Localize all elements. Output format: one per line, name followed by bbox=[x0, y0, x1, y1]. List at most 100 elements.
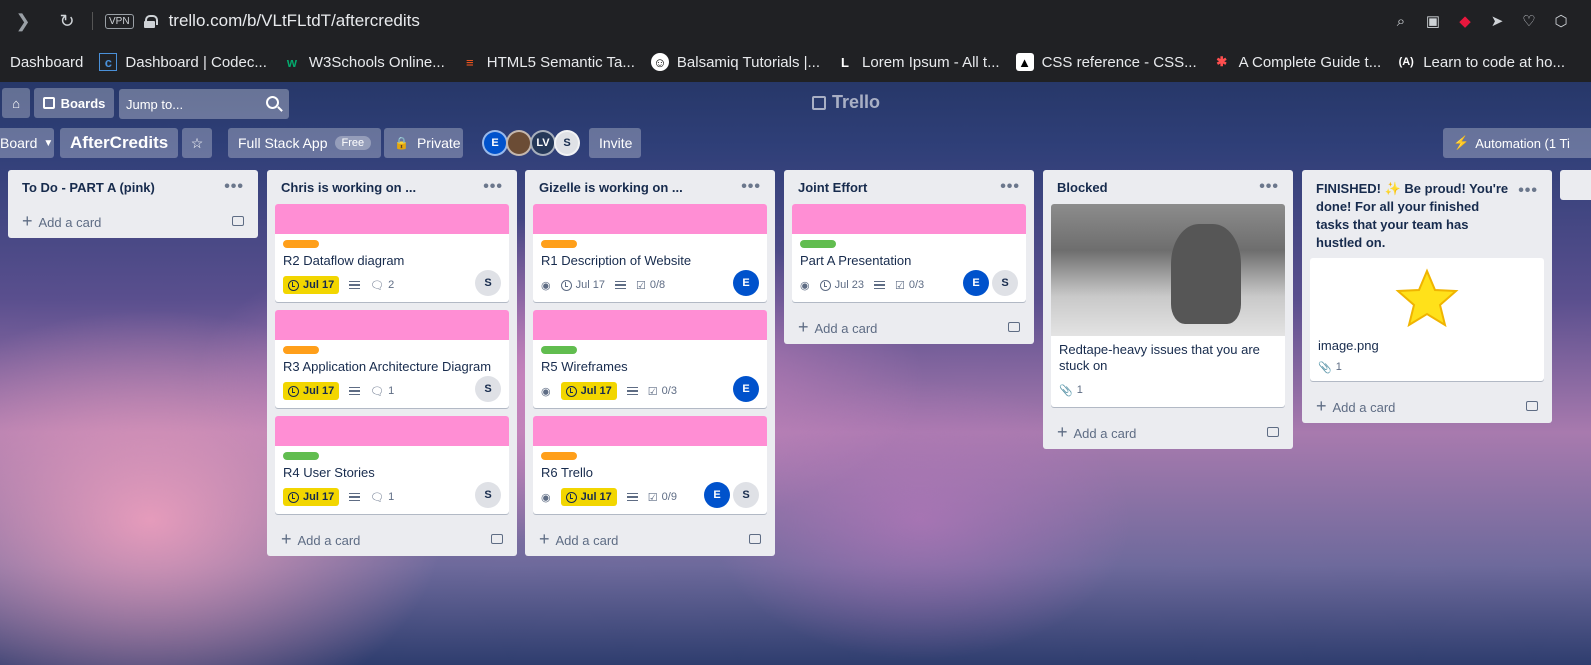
camera-icon[interactable]: ▣ bbox=[1423, 12, 1443, 30]
toolbar-divider bbox=[92, 12, 93, 30]
due-badge[interactable]: Jul 17 bbox=[283, 276, 340, 294]
due-badge[interactable]: Jul 17 bbox=[283, 382, 340, 400]
card-label[interactable] bbox=[283, 452, 319, 460]
card-label[interactable] bbox=[283, 346, 319, 354]
list-title[interactable]: FINISHED! ✨ Be proud! You're done! For a… bbox=[1316, 180, 1516, 252]
board-view-button[interactable]: Board ▼ bbox=[0, 128, 54, 158]
avatar[interactable]: E bbox=[482, 130, 508, 156]
card[interactable]: Redtape-heavy issues that you are stuck … bbox=[1051, 204, 1285, 407]
automation-button[interactable]: ⚡ Automation (1 Ti bbox=[1443, 128, 1591, 158]
attachment-count: 1 bbox=[1076, 384, 1083, 396]
card[interactable]: Part A Presentation ◉ Jul 23 ☑ 0/3 ES bbox=[792, 204, 1026, 302]
list-menu-icon[interactable]: ••• bbox=[1518, 183, 1538, 199]
avatar[interactable]: LV bbox=[530, 130, 556, 156]
invite-button[interactable]: Invite bbox=[589, 128, 641, 158]
list-title[interactable]: Chris is working on ... bbox=[281, 180, 416, 195]
card[interactable]: R1 Description of Website ◉ Jul 17 ☑ 0/8 E bbox=[533, 204, 767, 302]
member-avatar[interactable]: E bbox=[733, 270, 759, 296]
card[interactable]: R3 Application Architecture Diagram Jul … bbox=[275, 310, 509, 408]
card-label[interactable] bbox=[541, 452, 577, 460]
search-input[interactable]: Jump to... bbox=[119, 89, 289, 119]
bookmark-item[interactable]: c Dashboard | Codec... bbox=[99, 53, 267, 71]
due-badge[interactable]: Jul 17 bbox=[560, 488, 617, 506]
member-avatar[interactable]: S bbox=[992, 270, 1018, 296]
due-badge[interactable]: Jul 17 bbox=[283, 488, 340, 506]
template-icon[interactable] bbox=[491, 534, 503, 544]
avatar[interactable] bbox=[506, 130, 532, 156]
card[interactable]: image.png 📎 1 bbox=[1310, 258, 1544, 381]
bookmark-item[interactable]: ▲ CSS reference - CSS... bbox=[1015, 53, 1197, 71]
card-label[interactable] bbox=[283, 240, 319, 248]
bookmark-item[interactable]: Dashboard bbox=[10, 54, 83, 71]
due-badge[interactable]: Jul 23 bbox=[819, 279, 864, 291]
add-list-button[interactable] bbox=[1560, 170, 1591, 200]
bookmark-item[interactable]: L Lorem Ipsum - All t... bbox=[836, 53, 1000, 71]
list-menu-icon[interactable]: ••• bbox=[1259, 179, 1279, 195]
list-menu-icon[interactable]: ••• bbox=[1000, 179, 1020, 195]
bookmark-item[interactable]: w W3Schools Online... bbox=[283, 53, 445, 71]
lorem-icon: L bbox=[841, 54, 849, 70]
template-icon[interactable] bbox=[1008, 322, 1020, 332]
vpn-badge[interactable]: VPN bbox=[105, 13, 134, 29]
member-avatar[interactable]: S bbox=[733, 482, 759, 508]
member-avatar[interactable]: E bbox=[733, 376, 759, 402]
forward-icon[interactable]: ❯ bbox=[10, 11, 36, 32]
add-card-button[interactable]: + Add a card bbox=[792, 310, 1026, 344]
home-button[interactable]: ⌂ bbox=[2, 88, 30, 118]
trello-logo[interactable]: Trello bbox=[812, 92, 880, 113]
card[interactable]: R6 Trello ◉ Jul 17 ☑ 0/9 ES bbox=[533, 416, 767, 514]
list-title[interactable]: To Do - PART A (pink) bbox=[22, 180, 155, 195]
bookmark-item[interactable]: ≡ HTML5 Semantic Ta... bbox=[461, 53, 635, 71]
visibility-button[interactable]: 🔒 Private bbox=[384, 128, 463, 158]
star-button[interactable]: ☆ bbox=[182, 128, 212, 158]
attachment-badge: 📎 1 bbox=[1318, 361, 1342, 374]
boards-button[interactable]: Boards bbox=[34, 88, 114, 118]
due-badge[interactable]: Jul 17 bbox=[560, 279, 605, 291]
list-title[interactable]: Gizelle is working on ... bbox=[539, 180, 683, 195]
template-icon[interactable] bbox=[749, 534, 761, 544]
workspace-button[interactable]: Full Stack App Free bbox=[228, 128, 382, 158]
add-card-button[interactable]: + Add a card bbox=[275, 522, 509, 556]
cube-icon[interactable]: ⬡ bbox=[1551, 12, 1571, 30]
add-card-button[interactable]: + Add a card bbox=[533, 522, 767, 556]
description-icon bbox=[626, 387, 638, 395]
template-icon[interactable] bbox=[1526, 401, 1538, 411]
card[interactable]: R5 Wireframes ◉ Jul 17 ☑ 0/3 E bbox=[533, 310, 767, 408]
list-menu-icon[interactable]: ••• bbox=[224, 179, 244, 195]
bookmark-item[interactable]: (A) Learn to code at ho... bbox=[1397, 53, 1565, 71]
bookmark-item[interactable]: ☺ Balsamiq Tutorials |... bbox=[650, 53, 820, 71]
list-menu-icon[interactable]: ••• bbox=[741, 179, 761, 195]
member-avatar[interactable]: S bbox=[475, 482, 501, 508]
reload-icon[interactable]: ↻ bbox=[54, 11, 80, 32]
heart-icon[interactable]: ♡ bbox=[1519, 12, 1539, 30]
board-title[interactable]: AfterCredits bbox=[60, 128, 178, 158]
template-icon[interactable] bbox=[232, 216, 244, 226]
avatar[interactable]: S bbox=[554, 130, 580, 156]
list-menu-icon[interactable]: ••• bbox=[483, 179, 503, 195]
list-title[interactable]: Blocked bbox=[1057, 180, 1108, 195]
add-card-button[interactable]: + Add a card bbox=[1310, 389, 1544, 423]
card[interactable]: R4 User Stories Jul 17 🗨 1 S bbox=[275, 416, 509, 514]
member-avatar[interactable]: E bbox=[963, 270, 989, 296]
card-cover bbox=[275, 310, 509, 340]
add-card-button[interactable]: + Add a card bbox=[16, 204, 250, 238]
due-badge[interactable]: Jul 17 bbox=[560, 382, 617, 400]
member-avatar[interactable]: S bbox=[475, 376, 501, 402]
add-card-button[interactable]: + Add a card bbox=[1051, 415, 1285, 449]
send-icon[interactable]: ➤ bbox=[1487, 12, 1507, 30]
address-bar[interactable]: trello.com/b/VLtFLtdT/aftercredits bbox=[169, 11, 420, 31]
lock-icon[interactable] bbox=[143, 14, 158, 28]
card-label[interactable] bbox=[541, 346, 577, 354]
member-avatar[interactable]: E bbox=[704, 482, 730, 508]
card[interactable]: R2 Dataflow diagram Jul 17 🗨 2 S bbox=[275, 204, 509, 302]
list-title[interactable]: Joint Effort bbox=[798, 180, 867, 195]
member-avatar[interactable]: S bbox=[475, 270, 501, 296]
description-icon bbox=[626, 493, 638, 501]
search-icon[interactable]: ⌕ bbox=[1391, 13, 1411, 30]
card-label[interactable] bbox=[800, 240, 836, 248]
description-icon bbox=[349, 281, 361, 289]
bookmark-item[interactable]: ✱ A Complete Guide t... bbox=[1213, 53, 1381, 71]
template-icon[interactable] bbox=[1267, 427, 1279, 437]
shield-icon[interactable]: ◆ bbox=[1455, 12, 1475, 30]
card-label[interactable] bbox=[541, 240, 577, 248]
